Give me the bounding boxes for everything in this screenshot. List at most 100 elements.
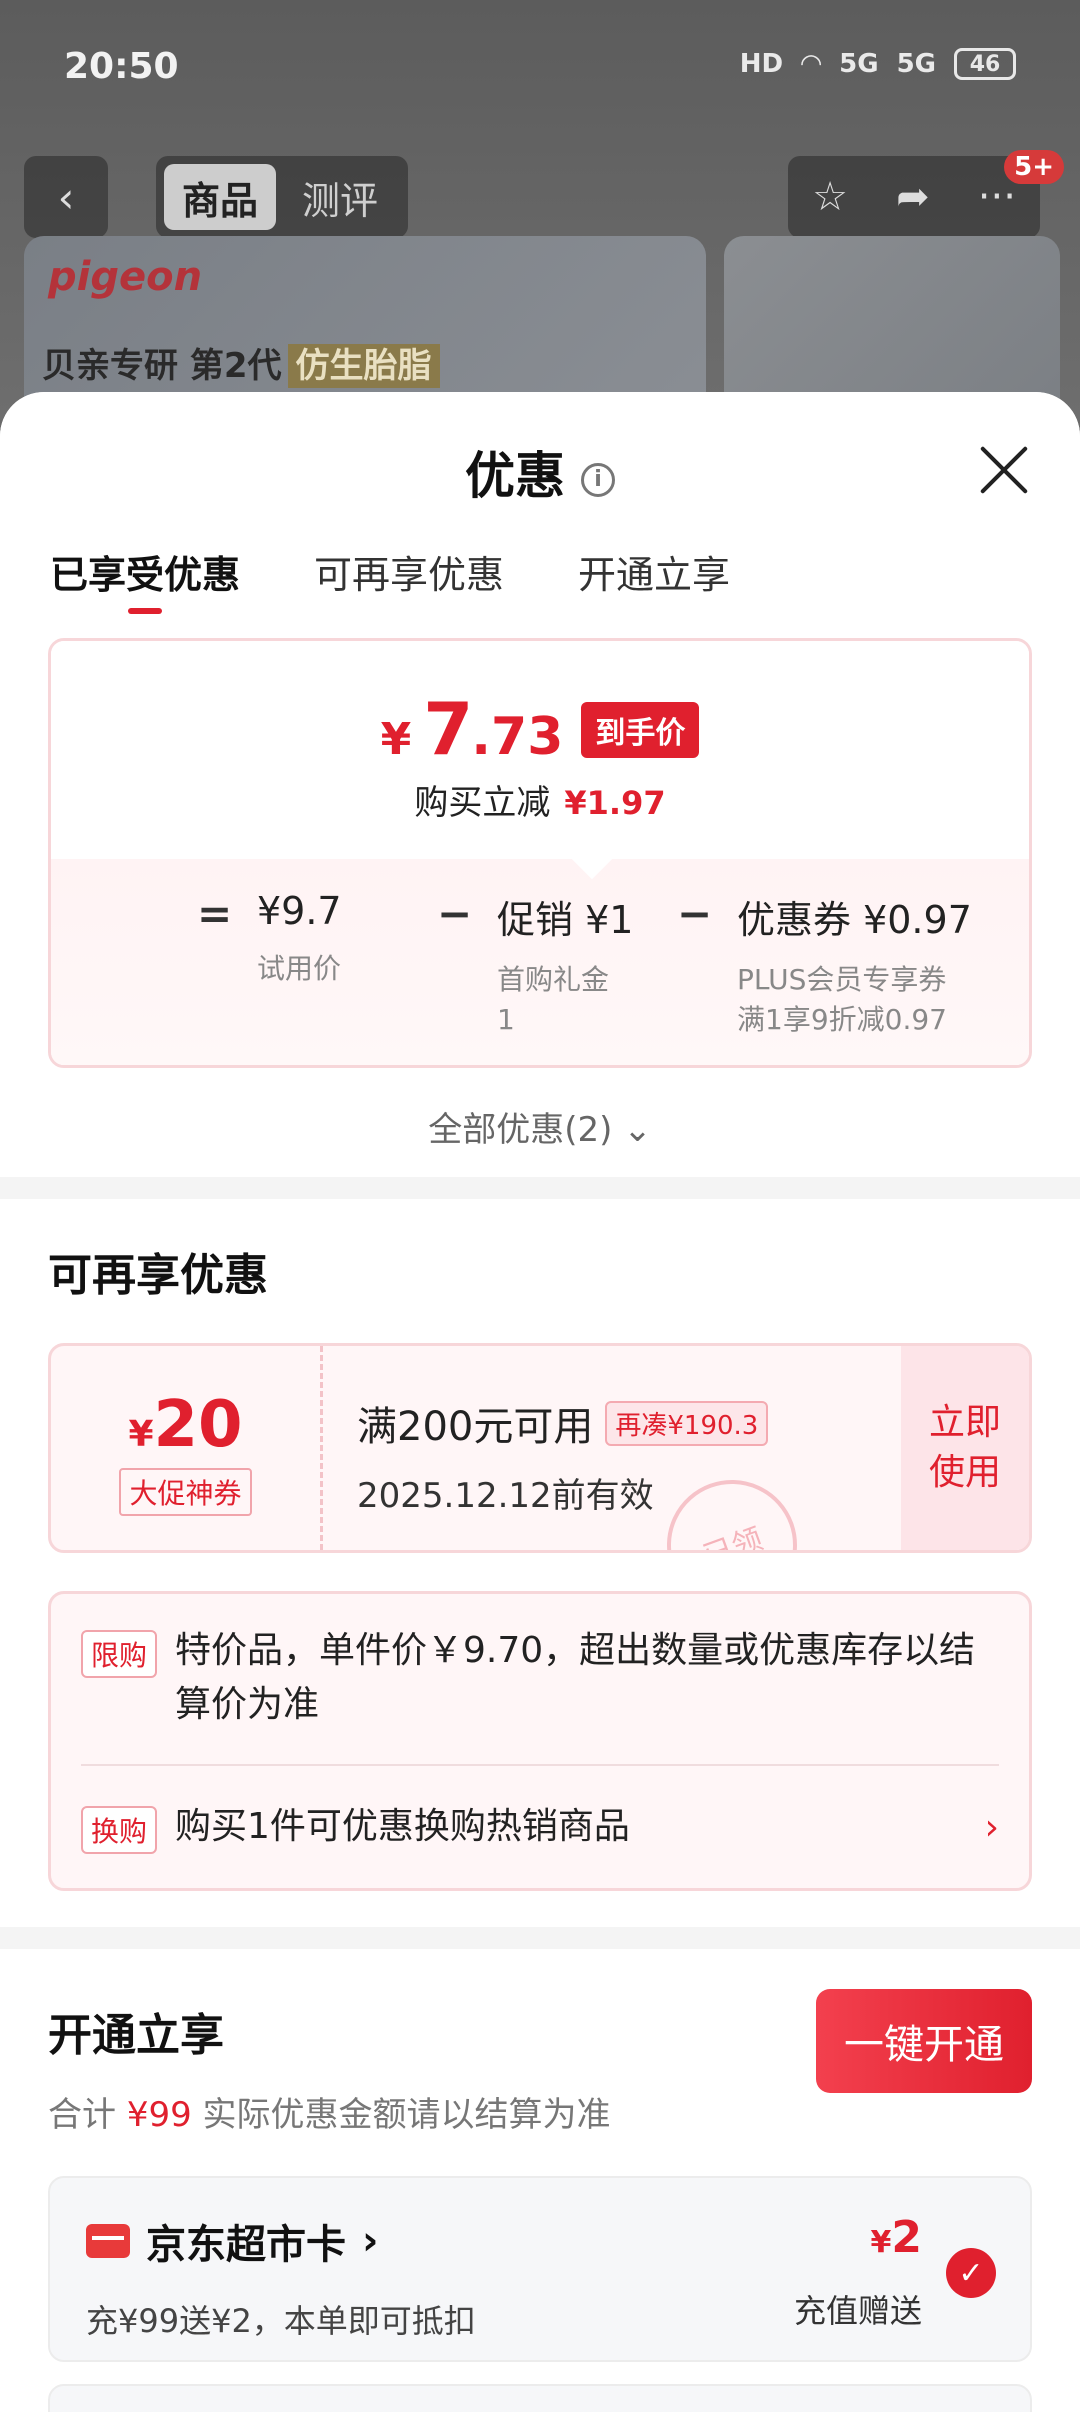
coupon-value: 优惠券 ¥0.97 <box>737 898 972 942</box>
open-header-text: 开通立享 合计 ¥99 实际优惠金额请以结算为准 <box>48 1989 611 2136</box>
close-icon[interactable] <box>976 442 1032 498</box>
coupon-detail: 满200元可用 再凑¥190.3 2025.12.12前有效 已领 <box>323 1346 901 1550</box>
open-summary: 合计 ¥99 实际优惠金额请以结算为准 <box>48 2087 611 2136</box>
banner-highlight: 仿生胎脂 <box>287 344 440 388</box>
discount-sheet: 优惠 i 已享受优惠 可再享优惠 开通立享 ¥ 7 .73 到手价 购买立减 ¥1.… <box>0 392 1080 2412</box>
use-now-button[interactable]: 立即使用 <box>901 1346 1029 1550</box>
coupon-gap-tag: 再凑¥190.3 <box>605 1400 769 1446</box>
base-value: ¥9.7 <box>257 889 342 933</box>
tab-review[interactable]: 测评 <box>284 164 396 230</box>
sum-label: 合计 <box>48 2095 116 2135</box>
status-bar: 20:50 HD ◠ 5G 5G 46 <box>0 0 1080 140</box>
reduce-value: ¥1.97 <box>564 784 666 822</box>
coupon-currency: ¥ <box>128 1414 154 1455</box>
coupon-expiry: 2025.12.12前有效 <box>357 1476 654 1516</box>
card-title-text: 京东超市卡 <box>146 2222 346 2268</box>
more-deals-title: 可再享优惠 <box>48 1250 268 1301</box>
share-icon[interactable]: ➦ <box>896 174 930 220</box>
coupon-condition: 满200元可用 再凑¥190.3 <box>357 1394 867 1452</box>
minus-sign-1: − <box>437 889 473 938</box>
supermarket-card-item[interactable]: 京东超市卡 › 充¥99送¥2，本单即可抵扣 ¥2 充值赠送 ✓ <box>48 2176 1032 2362</box>
promo-label: 首购礼金 1 <box>497 960 647 1040</box>
info-icon[interactable]: i <box>581 462 615 497</box>
sheet-title-text: 优惠 <box>465 447 565 505</box>
exchange-text: 购买1件可优惠换购热销商品 <box>175 1806 630 1847</box>
chevron-right-icon: › <box>362 2218 379 2264</box>
sheet-top-section: 优惠 i 已享受优惠 可再享优惠 开通立享 ¥ 7 .73 到手价 购买立减 ¥1.… <box>0 392 1080 1177</box>
next-card-item[interactable] <box>48 2384 1032 2412</box>
formula-promo: 促销 ¥1 首购礼金 1 <box>497 889 647 1040</box>
coupon-label-1: PLUS会员专享券 <box>737 963 947 996</box>
coupon-label-2: 满1享9折减0.97 <box>737 1003 947 1036</box>
formula-base: ¥9.7 试用价 <box>257 889 407 989</box>
card-currency: ¥ <box>870 2225 892 2260</box>
reduce-label: 购买立减 <box>414 783 551 823</box>
card-note: 充值赠送 <box>793 2292 922 2330</box>
coupon-amount: ¥20 <box>51 1388 320 1462</box>
exchange-row[interactable]: 换购 购买1件可优惠换购热销商品 › <box>81 1766 999 1888</box>
open-title: 开通立享 <box>48 2010 224 2061</box>
notice-card: 限购 特价品，单件价￥9.70，超出数量或优惠库存以结算价为准 换购 购买1件可… <box>48 1591 1032 1891</box>
coupon-type: 大促神券 <box>119 1468 252 1516</box>
limit-tag: 限购 <box>81 1630 158 1678</box>
card-amount-number: 2 <box>891 2212 922 2263</box>
one-click-open-button[interactable]: 一键开通 <box>816 1989 1032 2093</box>
signal-icon-1: 5G <box>839 49 879 79</box>
coupon-number: 20 <box>153 1388 243 1462</box>
equals-sign: = <box>197 889 233 938</box>
final-price-tag: 到手价 <box>581 702 700 758</box>
reduce-line: 购买立减 ¥1.97 <box>51 775 1029 824</box>
promo-label-1: 首购礼金 <box>497 963 610 996</box>
formula-coupon: 优惠券 ¥0.97 PLUS会员专享券 满1享9折减0.97 <box>737 889 972 1040</box>
message-badge: 5+ <box>1004 150 1064 184</box>
promo-value: 促销 ¥1 <box>497 898 634 942</box>
card-icon <box>86 2224 130 2258</box>
formula-row: = ¥9.7 试用价 − 促销 ¥1 首购礼金 1 − 优惠券 ¥0.97 PLU… <box>197 889 1002 1040</box>
tab-enjoyed[interactable]: 已享受优惠 <box>50 540 240 630</box>
promo-label-2: 1 <box>497 1003 515 1036</box>
all-deals-toggle[interactable]: 全部优惠(2) ⌄ <box>0 1102 1080 1151</box>
tab-open-enjoy[interactable]: 开通立享 <box>578 540 730 630</box>
status-icons: HD ◠ 5G 5G 46 <box>740 48 1016 80</box>
check-icon[interactable]: ✓ <box>946 2248 996 2298</box>
price-card: ¥ 7 .73 到手价 购买立减 ¥1.97 = ¥9.7 试用价 − 促销 ¥… <box>48 638 1032 1068</box>
star-icon[interactable]: ☆ <box>812 174 848 220</box>
more-deals-section: 可再享优惠 ¥20 大促神券 满200元可用 再凑¥190.3 2025.12.… <box>0 1199 1080 1927</box>
more-icon[interactable]: ··· <box>978 174 1016 220</box>
back-button[interactable]: ‹ <box>24 156 108 238</box>
exchange-tag: 换购 <box>81 1806 158 1854</box>
chevron-down-icon: ⌄ <box>623 1110 652 1150</box>
hd-icon: HD <box>739 49 784 79</box>
wifi-icon: ◠ <box>801 49 822 79</box>
coupon-card: ¥20 大促神券 满200元可用 再凑¥190.3 2025.12.12前有效 … <box>48 1343 1032 1553</box>
nav-actions: ☆ ➦ ··· <box>788 156 1040 238</box>
card-amount: ¥2 <box>871 2212 923 2263</box>
chevron-right-icon: › <box>984 1806 999 1848</box>
coupon-label: PLUS会员专享券 满1享9折减0.97 <box>737 960 972 1040</box>
minus-sign-2: − <box>677 889 713 938</box>
status-time: 20:50 <box>64 46 179 87</box>
tab-product[interactable]: 商品 <box>164 164 277 230</box>
sum-note: 实际优惠金额请以结算为准 <box>202 2095 611 2135</box>
sum-value: ¥99 <box>126 2095 192 2135</box>
price-summary: ¥ 7 .73 到手价 购买立减 ¥1.97 <box>51 641 1029 859</box>
sheet-tabs: 已享受优惠 可再享优惠 开通立享 <box>0 540 1080 630</box>
signal-icon-2: 5G <box>896 49 936 79</box>
all-deals-label: 全部优惠(2) <box>428 1110 613 1150</box>
sheet-title: 优惠 i <box>0 436 1080 508</box>
banner-text: 贝亲专研 第2代 仿生胎脂 <box>42 338 440 388</box>
base-label: 试用价 <box>257 952 342 985</box>
banner-text-main: 贝亲专研 第2代 <box>42 346 282 386</box>
tab-more-deals[interactable]: 可再享优惠 <box>314 540 504 630</box>
price-dec: .73 <box>471 707 564 767</box>
open-header: 开通立享 合计 ¥99 实际优惠金额请以结算为准 一键开通 <box>48 1989 1032 2136</box>
battery-icon: 46 <box>954 48 1016 80</box>
price-formula: = ¥9.7 试用价 − 促销 ¥1 首购礼金 1 − 优惠券 ¥0.97 PLU… <box>51 836 1029 1065</box>
limit-row: 限购 特价品，单件价￥9.70，超出数量或优惠库存以结算价为准 <box>81 1624 999 1732</box>
open-enjoy-section: 开通立享 合计 ¥99 实际优惠金额请以结算为准 一键开通 京东超市卡 › 充¥… <box>0 1949 1080 2412</box>
card-title: 京东超市卡 › <box>86 2212 994 2270</box>
price-int: 7 <box>423 687 474 771</box>
background-page: 20:50 HD ◠ 5G 5G 46 ‹ 商品 测评 ☆ ➦ ··· 5+ p… <box>0 0 1080 426</box>
limit-text: 特价品，单件价￥9.70，超出数量或优惠库存以结算价为准 <box>175 1630 976 1725</box>
sheet-header: 优惠 i <box>0 392 1080 540</box>
